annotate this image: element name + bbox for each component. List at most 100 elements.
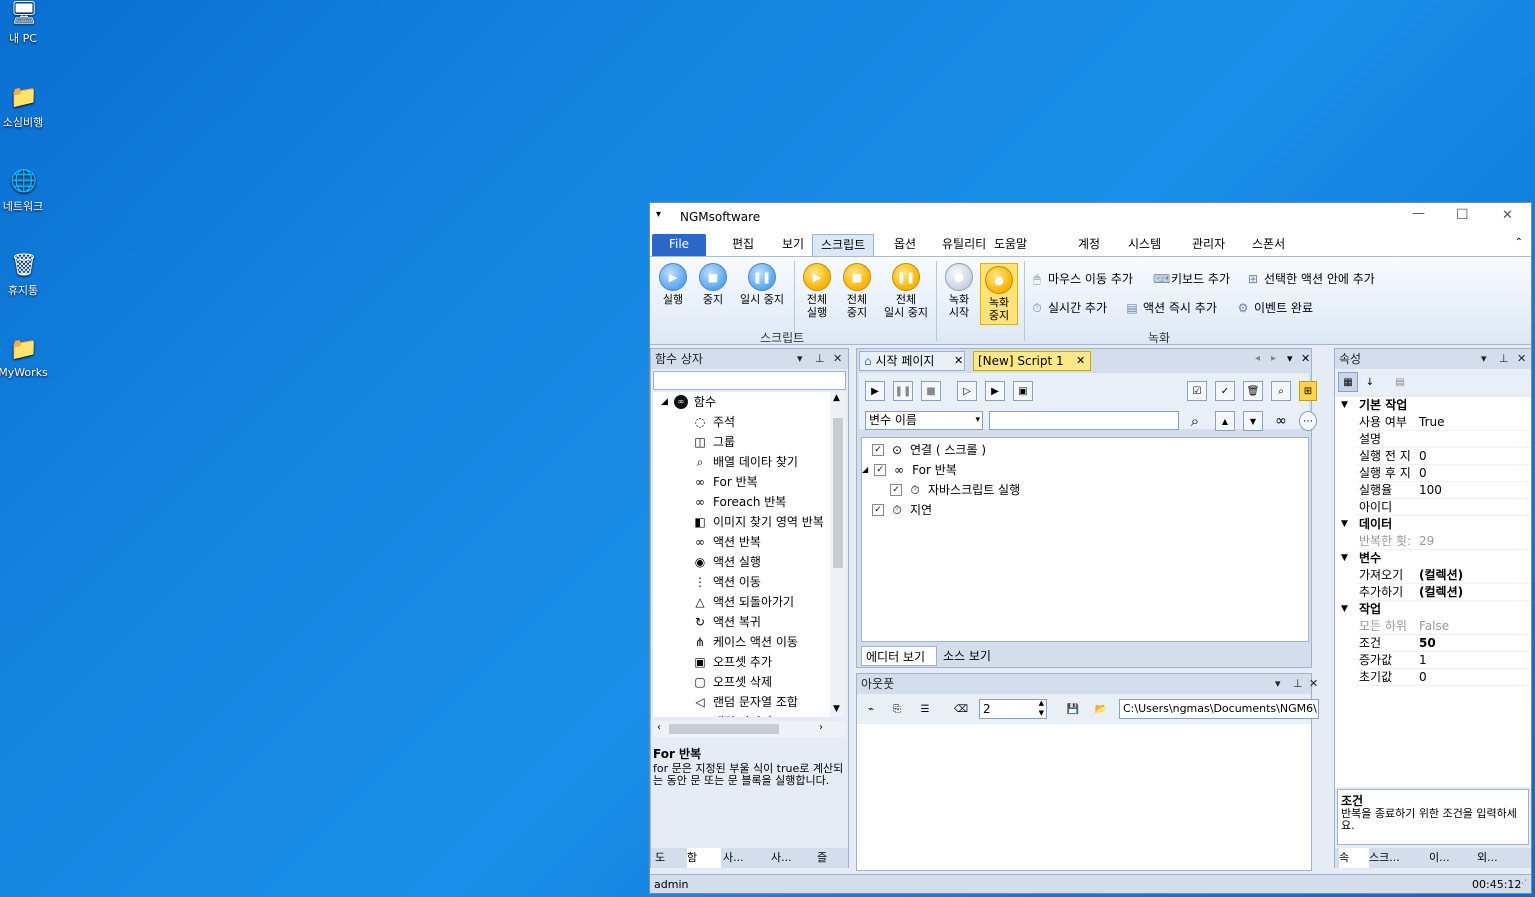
close-icon[interactable]: ✕: [1517, 349, 1526, 369]
ribbon-small-button[interactable]: ⊞ 선택한 액션 안에 추가: [1246, 270, 1375, 287]
script-node[interactable]: ✓ ⏱ 지연: [872, 500, 932, 520]
script-node[interactable]: ✓ ⊙ 연결 ( 스크롤 ): [872, 440, 986, 460]
menu-item[interactable]: 옵션: [886, 234, 924, 256]
desktop-icon[interactable]: 📁 MyWorks: [0, 336, 48, 379]
ribbon-small-button[interactable]: ⏱ 실시간 추가: [1030, 299, 1107, 316]
property-row[interactable]: 가져오기 (컬렉션): [1357, 567, 1531, 584]
property-row[interactable]: 추가하기 (컬렉션): [1357, 584, 1531, 601]
property-row[interactable]: 증가값 1: [1357, 652, 1531, 669]
close-button[interactable]: ✕: [1502, 208, 1513, 223]
tree-view-button[interactable]: ⊞: [1299, 381, 1317, 401]
property-category[interactable]: ▼ 변수: [1335, 550, 1531, 567]
function-tree-hscroll[interactable]: ‹ ›: [653, 721, 846, 737]
log-level-stepper[interactable]: 2 ▲ ▼: [979, 699, 1047, 719]
run-button[interactable]: ▶ 실행: [654, 263, 692, 306]
dropdown-icon[interactable]: ▾: [1275, 674, 1281, 694]
pin-icon[interactable]: ⊥: [815, 349, 825, 369]
function-search-input[interactable]: [653, 371, 846, 390]
minimize-button[interactable]: —: [1412, 206, 1425, 221]
menu-item[interactable]: 편집: [724, 234, 762, 256]
ribbon-small-button[interactable]: ⌨ 키보드 추가: [1153, 270, 1230, 287]
tab-source-view[interactable]: 소스 보기: [939, 646, 999, 666]
function-panel-tab[interactable]: 사...: [723, 848, 769, 868]
categorized-icon[interactable]: ▦: [1338, 372, 1358, 392]
function-item[interactable]: ▣ 오프셋 추가: [693, 652, 772, 672]
maximize-button[interactable]: ☐: [1456, 207, 1469, 223]
check-all-button[interactable]: ☑: [1187, 381, 1207, 401]
property-row[interactable]: 조건 50: [1357, 635, 1531, 652]
run-all-button[interactable]: ▶ 전체 실행: [798, 263, 836, 319]
script-node[interactable]: ✓ ⏱ 자바스크립트 실행: [890, 480, 1020, 500]
close-icon[interactable]: ✕: [833, 349, 842, 369]
variable-select[interactable]: 변수 이름 ▾: [865, 411, 983, 430]
function-tree-scrollbar[interactable]: ▲ ▼: [830, 392, 846, 717]
properties-panel-tab[interactable]: 이...: [1429, 848, 1475, 868]
dropdown-icon[interactable]: ▾: [797, 349, 803, 369]
node-checkbox[interactable]: ✓: [872, 504, 884, 516]
tab-left-icon[interactable]: ◂: [1255, 353, 1260, 364]
desktop-icon[interactable]: 🌐 네트워크: [0, 168, 46, 214]
script-node[interactable]: ◢ ✓ ∞ For 반복: [862, 460, 957, 480]
pause-button[interactable]: ❚❚ 일시 중지: [732, 263, 792, 306]
file-menu[interactable]: File: [652, 234, 706, 256]
up-button[interactable]: ▲: [1215, 411, 1235, 431]
function-panel-tab[interactable]: 사...: [771, 848, 815, 868]
property-row[interactable]: 실행 후 지 0: [1357, 465, 1531, 482]
sort-alpha-icon[interactable]: ↓: [1360, 372, 1380, 392]
pause-button[interactable]: ❚❚: [893, 381, 913, 401]
property-row[interactable]: 사용 여부 True: [1357, 414, 1531, 431]
list-icon[interactable]: ☰: [915, 699, 935, 719]
record-stop-button[interactable]: ● 녹화 중지: [980, 263, 1018, 325]
variable-search-input[interactable]: [989, 411, 1179, 430]
menu-item[interactable]: 스크립트: [812, 234, 875, 256]
menu-item[interactable]: 계정: [1070, 234, 1108, 256]
property-row[interactable]: 초기값 0: [1357, 669, 1531, 686]
stop-button[interactable]: ■ 중지: [694, 263, 732, 306]
pin-icon[interactable]: ⊥: [1293, 674, 1303, 694]
property-pages-icon[interactable]: ▤: [1390, 372, 1410, 392]
stop-button[interactable]: ■: [921, 381, 941, 401]
function-item[interactable]: ◉ 랜덤 아이디: [693, 712, 772, 717]
node-checkbox[interactable]: ✓: [890, 484, 902, 496]
property-row[interactable]: 실행 전 지 0: [1357, 448, 1531, 465]
function-item[interactable]: ⋮ 액션 이동: [693, 572, 761, 592]
function-item[interactable]: ◉ 액션 실행: [693, 552, 761, 572]
function-item[interactable]: ∞ For 반복: [693, 472, 758, 492]
menu-item[interactable]: 관리자: [1184, 234, 1233, 256]
property-row[interactable]: 설명: [1357, 431, 1531, 448]
stepper-arrows-icon[interactable]: ▲ ▼: [1039, 698, 1044, 718]
tab-start-page[interactable]: ⌂ 시작 페이지 ✕: [859, 351, 965, 371]
save-icon[interactable]: 💾: [1063, 699, 1083, 719]
function-item[interactable]: ↻ 액션 복귀: [693, 612, 761, 632]
collapse-ribbon-icon[interactable]: ⌃: [1515, 237, 1523, 248]
properties-panel-tab[interactable]: 외...: [1477, 848, 1523, 868]
menu-item[interactable]: 도움말: [986, 234, 1035, 256]
step-run-button[interactable]: ▷: [957, 381, 977, 401]
copy-log-icon[interactable]: ⎘: [887, 699, 907, 719]
function-panel-tab[interactable]: 즐: [817, 848, 847, 868]
log-path-field[interactable]: C:\Users\ngmas\Documents\NGM6\: [1119, 699, 1319, 719]
quick-access-icon[interactable]: ▾: [656, 209, 661, 220]
more-icon[interactable]: ⋯: [1299, 411, 1317, 431]
search-icon[interactable]: ⌕: [1185, 411, 1205, 431]
ribbon-small-button[interactable]: 🖱 마우스 이동 추가: [1030, 270, 1133, 287]
folder-open-icon[interactable]: 📂: [1091, 699, 1111, 719]
ribbon-small-button[interactable]: ⚙ 이벤트 완료: [1236, 299, 1313, 316]
loop-icon[interactable]: ∞: [1271, 411, 1291, 431]
menu-item[interactable]: 시스템: [1120, 234, 1169, 256]
property-category[interactable]: ▼ 기본 작업: [1335, 397, 1531, 414]
property-row[interactable]: 아이디: [1357, 499, 1531, 516]
pause-all-button[interactable]: ❚❚ 전체 일시 중지: [876, 263, 936, 319]
dropdown-icon[interactable]: ▾: [1481, 349, 1487, 369]
ribbon-small-button[interactable]: ▤ 액션 즉시 추가: [1125, 299, 1217, 316]
run-from-button[interactable]: ▣: [1013, 381, 1033, 401]
tab-list-icon[interactable]: ▾: [1287, 352, 1293, 365]
function-tree-root[interactable]: ◢ ∞ 함수: [661, 392, 716, 412]
function-item[interactable]: ∞ Foreach 반복: [693, 492, 786, 512]
function-item[interactable]: ◌ 주석: [693, 412, 735, 432]
property-row[interactable]: 반복한 횟: 29: [1357, 533, 1531, 550]
property-category[interactable]: ▼ 작업: [1335, 601, 1531, 618]
desktop-icon[interactable]: 🖥 내 PC: [0, 0, 46, 46]
property-row[interactable]: 모든 하위 False: [1357, 618, 1531, 635]
node-checkbox[interactable]: ✓: [874, 464, 887, 476]
